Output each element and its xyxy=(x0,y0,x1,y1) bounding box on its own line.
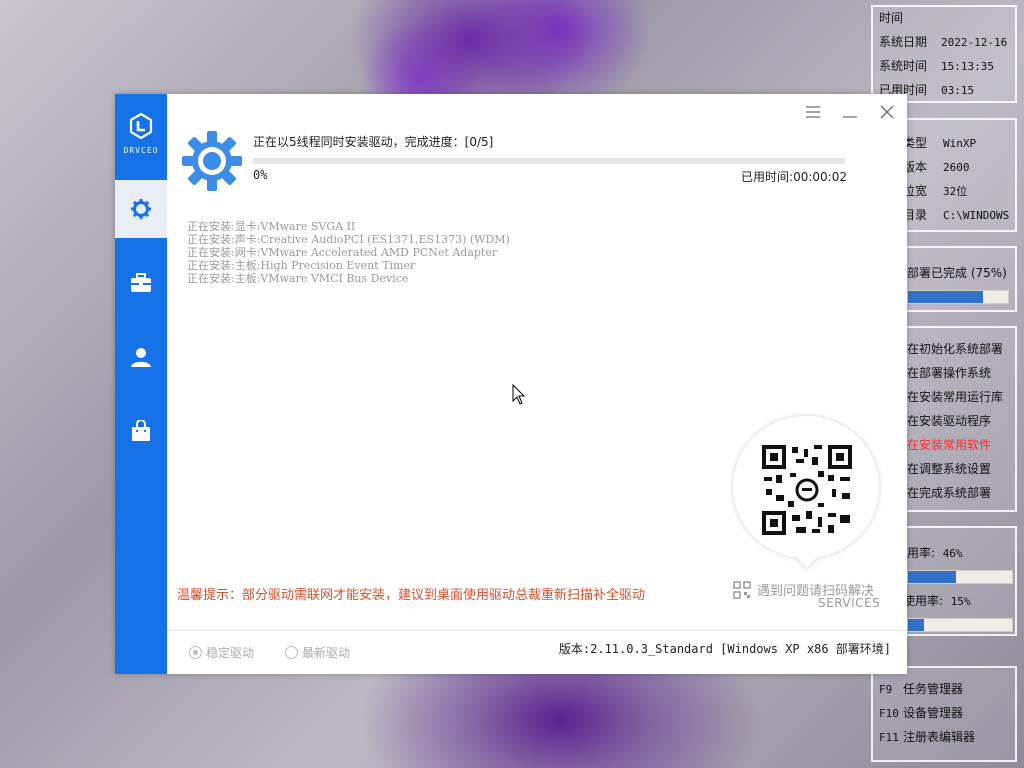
system-date-row: 系统日期 2022-12-16 xyxy=(879,35,1008,49)
time-panel: 时间 系统日期 2022-12-16 系统时间 15:13:35 已用时间 03:15 xyxy=(871,5,1017,103)
mem-usage-row: 使用率: 15% xyxy=(903,594,971,608)
sidebar-item-user[interactable] xyxy=(115,328,167,386)
deploy-step-item: 在安装驱动程序 xyxy=(907,414,992,428)
install-status-text: 正在以5线程同时安装驱动，完成进度：[0/5] xyxy=(253,135,494,149)
app-logo: DRVCEO xyxy=(115,112,167,155)
deploy-step-item: 在安装常用运行库 xyxy=(907,390,1004,404)
version-text: 版本:2.11.0.3_Standard [Windows XP x86 部署环… xyxy=(558,642,891,656)
install-progress-bar xyxy=(253,158,845,164)
qr-code-bubble xyxy=(733,416,879,568)
time-panel-title: 时间 xyxy=(879,11,904,25)
mem-usage-fill xyxy=(908,619,924,631)
driver-installer-window: DRVCEO 正在以5线程同时安装驱动，完成进度：[0/5] 0% 已用时间:0… xyxy=(115,94,907,674)
mouse-cursor-icon xyxy=(512,384,526,405)
bag-icon xyxy=(132,420,150,441)
close-button[interactable] xyxy=(877,102,897,122)
qr-small-icon xyxy=(733,580,751,599)
mem-usage-bar xyxy=(907,618,1013,632)
sidebar-item-toolbox[interactable] xyxy=(115,254,167,312)
log-line: 正在安装:主板:High Precision Event Timer xyxy=(187,259,416,272)
gear-icon xyxy=(131,199,151,219)
sidebar-item-store[interactable] xyxy=(115,402,167,460)
radio-latest-label: 最新驱动 xyxy=(302,646,351,660)
os-dir-row: 目录 C:\WINDOWS xyxy=(903,208,1010,222)
elapsed-time: 已用时间:00:00:02 xyxy=(741,170,847,184)
logo-icon xyxy=(129,112,153,140)
sidebar: DRVCEO xyxy=(115,94,167,674)
logo-text: DRVCEO xyxy=(123,146,159,155)
install-log: 正在安装:显卡:VMware SVGA II 正在安装:声卡:Creative A… xyxy=(187,220,510,285)
deploy-progress-bar xyxy=(907,290,1009,304)
system-time-row: 系统时间 15:13:35 xyxy=(879,59,994,73)
deploy-progress-fill xyxy=(908,291,983,303)
cpu-usage-bar xyxy=(907,570,1013,584)
deploy-step-item: 在完成系统部署 xyxy=(907,486,992,500)
radio-latest-driver[interactable]: 最新驱动 xyxy=(285,644,350,661)
menu-icon xyxy=(806,106,820,118)
services-label: SERVICES xyxy=(818,596,881,610)
os-version-row: 版本 2600 xyxy=(903,160,970,174)
close-icon xyxy=(880,105,894,119)
log-line: 正在安装:显卡:VMware SVGA II xyxy=(187,220,356,233)
deploy-step-item: 在调整系统设置 xyxy=(907,462,992,476)
menu-button[interactable] xyxy=(803,102,823,122)
radio-stable-label: 稳定驱动 xyxy=(206,646,255,660)
deploy-progress-label: 部署已完成 (75%) xyxy=(907,266,1007,280)
os-bits-row: 位宽 32位 xyxy=(903,184,968,198)
qr-code xyxy=(762,445,852,535)
log-line: 正在安装:网卡:VMware Accelerated AMD PCNet Ada… xyxy=(187,246,498,259)
radio-stable-circle[interactable] xyxy=(189,646,202,659)
user-icon xyxy=(131,348,151,367)
radio-latest-circle[interactable] xyxy=(285,646,298,659)
hotkey-task-manager[interactable]: F9 任务管理器 xyxy=(879,680,963,697)
radio-stable-driver[interactable]: 稳定驱动 xyxy=(189,644,254,661)
deploy-step-item: 在部署操作系统 xyxy=(907,366,992,380)
hotkeys-panel: F9 任务管理器 F10 设备管理器 F11 注册表编辑器 xyxy=(871,666,1017,762)
install-progress-percent: 0% xyxy=(253,168,268,182)
minimize-button[interactable] xyxy=(840,102,860,122)
warm-tip: 温馨提示：部分驱动需联网才能安装，建议到桌面使用驱动总裁重新扫描补全驱动 xyxy=(177,588,646,603)
hotkey-registry-editor[interactable]: F11 注册表编辑器 xyxy=(879,728,975,745)
deploy-step-item: 在安装常用软件 xyxy=(907,438,992,452)
toolbox-icon xyxy=(131,273,151,292)
sidebar-item-drivers[interactable] xyxy=(115,180,167,238)
log-line: 正在安装:主板:VMware VMCI Bus Device xyxy=(187,272,409,285)
installing-gear-icon xyxy=(182,131,242,191)
deploy-step-item: 在初始化系统部署 xyxy=(907,342,1004,356)
bottom-bar: 稳定驱动 最新驱动 版本:2.11.0.3_Standard [Windows … xyxy=(167,630,907,674)
cpu-usage-row: 用率: 46% xyxy=(907,546,963,560)
cpu-usage-fill xyxy=(908,571,956,583)
os-type-row: 类型 WinXP xyxy=(903,136,977,150)
hotkey-device-manager[interactable]: F10 设备管理器 xyxy=(879,704,963,721)
log-line: 正在安装:声卡:Creative AudioPCI (ES1371,ES1373… xyxy=(187,233,510,246)
main-content: 正在以5线程同时安装驱动，完成进度：[0/5] 0% 已用时间:00:00:02… xyxy=(167,94,907,674)
minimize-icon xyxy=(843,116,857,118)
